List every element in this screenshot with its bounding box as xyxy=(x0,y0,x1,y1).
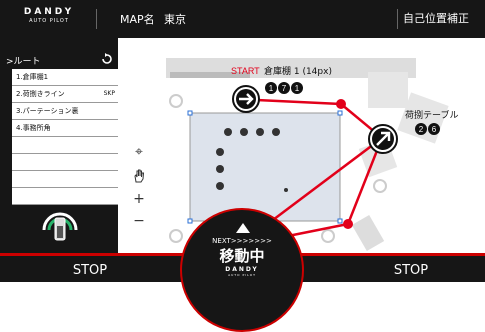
logo-sub: AUTO PILOT xyxy=(29,18,69,24)
badge: 2 xyxy=(419,125,424,134)
route-list: 1.倉庫棚1 2.荷捌きライン SKP 3.パーテーション裏 4.事務所角 xyxy=(12,69,118,205)
route-item-label: 3.パーテーション裏 xyxy=(16,107,79,115)
route-edit-icon[interactable] xyxy=(100,51,114,65)
route-item-label: 2.荷捌きライン xyxy=(16,90,65,98)
stop-button-left[interactable]: STOP xyxy=(30,254,150,282)
dandy-logo: DANDY AUTO PILOT xyxy=(12,7,86,25)
destination-label: 荷捌テーブル xyxy=(405,109,458,121)
skip-badge: SKP xyxy=(103,90,115,97)
pillar xyxy=(373,179,387,193)
map-match-label: MAP適合判定 xyxy=(31,193,87,203)
start-destination: 倉庫棚 1 (14px) xyxy=(264,65,332,77)
pillar xyxy=(321,229,335,243)
dome-logo-sub: AUTO PILOT xyxy=(228,273,256,277)
selection-handle[interactable] xyxy=(337,218,343,224)
route-item-label: 1.倉庫棚1 xyxy=(16,73,49,81)
route-item-empty[interactable] xyxy=(12,137,118,154)
badge: 6 xyxy=(432,125,437,134)
selection-handle[interactable] xyxy=(187,110,193,116)
locate-icon[interactable]: ⌖ xyxy=(131,144,147,160)
route-item[interactable]: 2.荷捌きライン SKP xyxy=(12,86,118,103)
map-match-gauge-icon xyxy=(42,212,78,241)
next-label: NEXT>>>>>>> xyxy=(212,237,272,245)
zoom-out-button[interactable]: − xyxy=(131,213,147,229)
badge: 1 xyxy=(269,84,274,93)
route-item-empty[interactable] xyxy=(12,154,118,171)
route-item[interactable]: 4.事務所角 xyxy=(12,120,118,137)
start-label: START xyxy=(231,66,260,76)
divider xyxy=(96,9,97,29)
pillar xyxy=(169,94,183,108)
map-canvas[interactable]: START 倉庫棚 1 (14px) 1 7 1 荷捌テーブル 2 6 xyxy=(118,38,485,254)
route-heading: >ルート xyxy=(6,57,41,67)
top-bar: DANDY AUTO PILOT MAP名 東京 自己位置補正 xyxy=(0,0,485,38)
self-position-calibrate-button[interactable]: 自己位置補正 xyxy=(395,6,477,32)
map-label: MAP名 xyxy=(120,13,155,26)
stop-button-right[interactable]: STOP xyxy=(351,254,471,282)
badge: 1 xyxy=(295,84,300,93)
obstacle xyxy=(368,72,408,108)
moving-status: 移動中 xyxy=(219,247,265,265)
route-item[interactable]: 3.パーテーション裏 xyxy=(12,103,118,120)
start-badges: 1 7 1 xyxy=(265,82,303,94)
route-item-empty[interactable] xyxy=(12,171,118,188)
obstacle xyxy=(351,215,385,251)
pan-hand-icon[interactable] xyxy=(131,168,147,184)
route-item-label: 4.事務所角 xyxy=(16,124,51,132)
map-view[interactable]: START 倉庫棚 1 (14px) 1 7 1 荷捌テーブル 2 6 xyxy=(118,38,485,254)
selection-area[interactable] xyxy=(189,112,341,222)
selection-handle[interactable] xyxy=(337,110,343,116)
route-item[interactable]: 1.倉庫棚1 xyxy=(12,69,118,86)
waypoint[interactable] xyxy=(343,219,353,229)
zoom-in-button[interactable]: + xyxy=(131,191,147,207)
waypoint[interactable] xyxy=(336,99,346,109)
dome-logo-brand: DANDY xyxy=(225,266,259,273)
dome-logo: DANDY AUTO PILOT xyxy=(212,266,272,278)
left-panel: >ルート 1.倉庫棚1 2.荷捌きライン SKP 3.パーテーション裏 4.事務所… xyxy=(0,38,118,254)
badge: 7 xyxy=(282,84,287,93)
up-arrow-icon xyxy=(236,223,250,233)
selection-handle[interactable] xyxy=(187,218,193,224)
logo-brand: DANDY xyxy=(23,7,75,17)
map-name: 東京 xyxy=(164,13,186,26)
